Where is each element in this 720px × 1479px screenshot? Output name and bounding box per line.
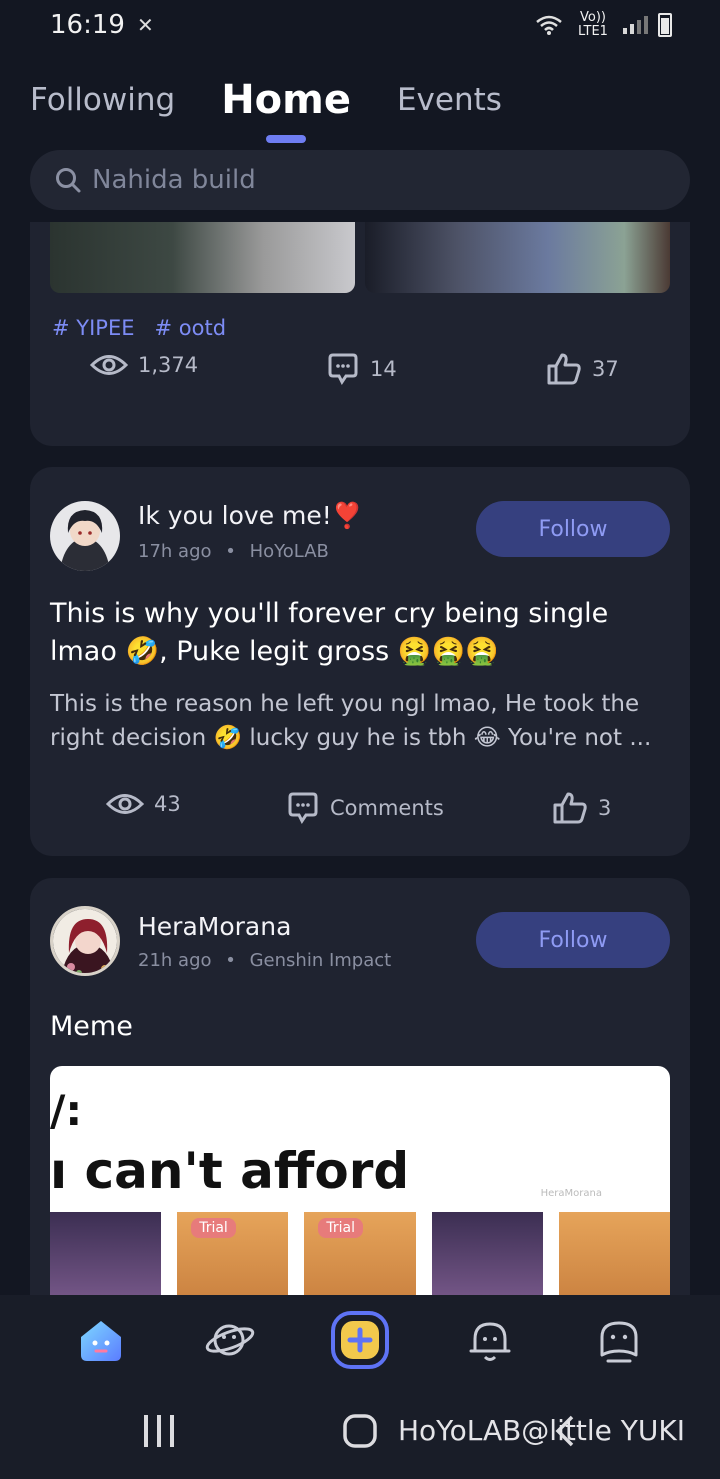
top-tabs: Following Home Events — [0, 60, 720, 143]
search-input[interactable]: Nahida build — [30, 150, 690, 210]
post-title-line: lmao 🤣, Puke legit gross 🤮🤮🤮 — [50, 636, 499, 667]
post-meta: 21h ago • Genshin Impact — [138, 950, 391, 971]
comments-stat[interactable]: 14 — [326, 352, 397, 386]
post-title-line: This is why you'll forever cry being sin… — [50, 598, 609, 629]
create-post-icon — [330, 1311, 389, 1369]
author-name[interactable]: Ik you love me!❣️ — [138, 501, 363, 531]
post-tags: # YIPEE # ootd — [52, 316, 226, 340]
network-label: Vo)) LTE1 — [578, 10, 608, 39]
feed: # YIPEE # ootd 1,374 14 37 Ik you love m… — [0, 222, 720, 1295]
post-title[interactable]: This is why you'll forever cry being sin… — [50, 595, 670, 671]
views-stat: 1,374 — [90, 352, 198, 378]
post-source[interactable]: Genshin Impact — [250, 950, 392, 971]
post-images[interactable] — [50, 222, 670, 293]
notifications-icon — [469, 1322, 511, 1361]
post-source[interactable]: HoYoLAB — [250, 541, 329, 562]
search-placeholder: Nahida build — [92, 165, 256, 195]
meme-characters: Trial Trial — [50, 1212, 670, 1295]
tab-events[interactable]: Events — [397, 82, 502, 118]
avatar[interactable] — [50, 906, 120, 976]
status-time: 16:19 — [50, 10, 125, 40]
post-time: 17h ago — [138, 541, 212, 562]
post-meta: 17h ago • HoYoLAB — [138, 541, 329, 562]
status-bar: 16:19 ✕ Vo)) LTE1 — [0, 0, 720, 50]
eye-icon — [106, 794, 144, 814]
meta-separator: • — [225, 541, 236, 562]
create-post-button[interactable] — [325, 1305, 395, 1375]
follow-button[interactable]: Follow — [476, 501, 670, 557]
likes-stat[interactable]: 3 — [552, 791, 611, 825]
views-count: 43 — [154, 792, 181, 816]
home-icon — [80, 1321, 121, 1361]
trial-badge: Trial — [191, 1218, 236, 1238]
post-body[interactable]: This is the reason he left you ngl lmao,… — [50, 687, 670, 755]
post-image[interactable] — [50, 222, 355, 293]
meta-separator: • — [225, 950, 236, 971]
likes-count: 37 — [592, 357, 619, 381]
home-button[interactable] — [342, 1413, 378, 1453]
views-count: 1,374 — [138, 353, 199, 377]
character-card — [50, 1212, 162, 1295]
nav-profile[interactable] — [584, 1305, 654, 1375]
post-body-line: right decision 🤣 lucky guy he is tbh 😂 Y… — [50, 725, 652, 751]
profile-icon — [600, 1321, 638, 1363]
tag-link[interactable]: # YIPEE — [52, 316, 135, 340]
recent-apps-icon — [144, 1415, 174, 1447]
likes-count: 3 — [598, 796, 612, 820]
post-card[interactable]: Ik you love me!❣️ 17h ago • HoYoLAB Foll… — [30, 467, 690, 856]
character-card — [431, 1212, 543, 1295]
trial-badge: Trial — [318, 1218, 364, 1238]
post-image[interactable] — [365, 222, 670, 293]
post-card[interactable]: HeraMorana 21h ago • Genshin Impact Foll… — [30, 878, 690, 1295]
post-card[interactable]: # YIPEE # ootd 1,374 14 37 — [30, 222, 690, 446]
meme-text: /: — [50, 1086, 83, 1135]
follow-button[interactable]: Follow — [476, 912, 670, 968]
post-body-line: This is the reason he left you ngl lmao,… — [50, 691, 640, 717]
home-circle-icon — [343, 1414, 377, 1448]
comments-label: Comments — [330, 796, 444, 820]
thumbs-up-icon — [547, 353, 581, 385]
comments-stat[interactable]: Comments — [286, 791, 444, 825]
tag-link[interactable]: # ootd — [155, 316, 227, 340]
views-stat: 43 — [106, 791, 181, 817]
comment-icon — [328, 353, 358, 385]
search-icon — [56, 168, 81, 193]
wifi-icon — [536, 15, 562, 35]
nfc-icon: ✕ — [136, 13, 154, 37]
tab-following[interactable]: Following — [30, 82, 175, 118]
comment-icon — [288, 792, 318, 824]
character-card: Trial — [304, 1212, 416, 1295]
likes-stat[interactable]: 37 — [546, 352, 619, 386]
meme-watermark: HeraMorana — [540, 1188, 602, 1199]
thumbs-up-icon — [553, 792, 587, 824]
author-name[interactable]: HeraMorana — [138, 912, 291, 941]
eye-icon — [90, 355, 128, 375]
recent-apps-button[interactable] — [142, 1413, 176, 1453]
character-card: Trial — [177, 1212, 289, 1295]
meme-text: ı can't afford — [50, 1142, 410, 1200]
battery-icon — [658, 13, 672, 37]
post-title[interactable]: Meme — [50, 1008, 670, 1046]
nav-explore[interactable] — [195, 1305, 265, 1375]
avatar[interactable] — [50, 501, 120, 571]
explore-icon — [206, 1324, 255, 1356]
nav-home[interactable] — [66, 1305, 136, 1375]
comments-count: 14 — [370, 357, 397, 381]
bottom-nav — [0, 1295, 720, 1385]
post-time: 21h ago — [138, 950, 212, 971]
signal-icon — [623, 16, 648, 34]
watermark: HoYoLAB@little YUKI — [398, 1414, 685, 1447]
nav-notifications[interactable] — [455, 1305, 525, 1375]
tab-home[interactable]: Home — [221, 77, 351, 143]
character-card — [558, 1212, 670, 1295]
post-image[interactable]: /: ı can't afford HeraMorana Trial Trial — [50, 1066, 670, 1295]
